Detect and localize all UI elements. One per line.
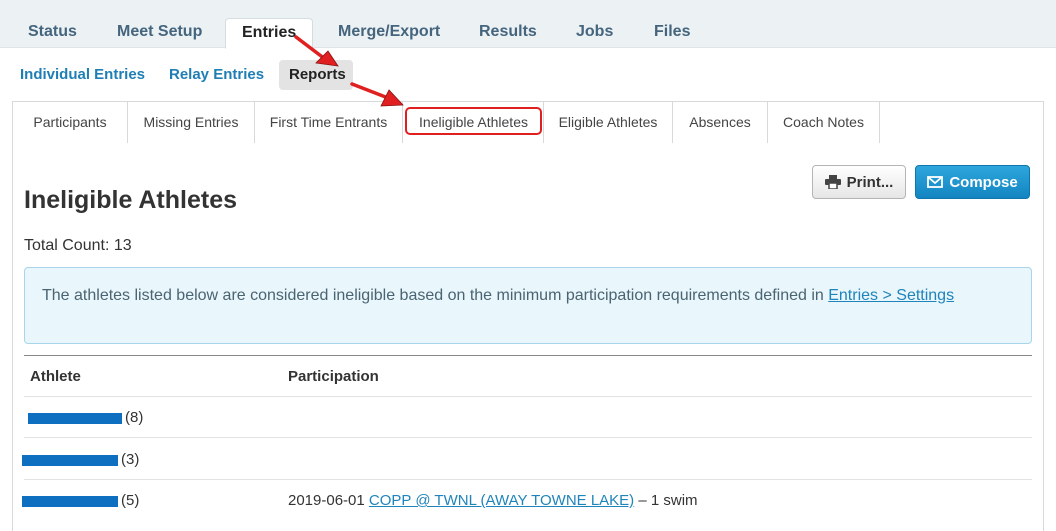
envelope-icon — [927, 176, 944, 188]
tab-merge-export[interactable]: Merge/Export — [322, 18, 456, 48]
table-row: (5) — [22, 492, 139, 509]
compose-button[interactable]: Compose — [915, 165, 1030, 199]
top-tab-bar: Status Meet Setup Entries Merge/Export R… — [0, 0, 1056, 49]
meet-link[interactable]: COPP @ TWNL (AWAY TOWNE LAKE) — [369, 492, 634, 509]
athlete-count: (5) — [121, 492, 140, 509]
print-button[interactable]: Print... — [812, 165, 906, 199]
entries-settings-link[interactable]: Entries > Settings — [828, 287, 954, 304]
redacted-athlete-name — [22, 495, 118, 507]
row-divider — [24, 396, 1032, 397]
tab-absences[interactable]: Absences — [673, 101, 768, 143]
table-row: (3) — [22, 451, 139, 468]
table-top-border — [24, 355, 1032, 356]
page-title: Ineligible Athletes — [24, 186, 238, 214]
print-button-label: Print... — [846, 173, 894, 191]
participation-swims: – 1 swim — [634, 492, 698, 509]
tab-meet-setup[interactable]: Meet Setup — [101, 18, 218, 48]
info-alert: The athletes listed below are considered… — [24, 267, 1032, 344]
subnav-individual-entries[interactable]: Individual Entries — [10, 60, 155, 90]
row-divider — [24, 479, 1032, 480]
tab-ineligible-athletes[interactable]: Ineligible Athletes — [405, 107, 542, 135]
tab-participants[interactable]: Participants — [12, 101, 128, 143]
tab-files[interactable]: Files — [638, 18, 706, 48]
tab-results[interactable]: Results — [463, 18, 553, 48]
tab-missing-entries[interactable]: Missing Entries — [128, 101, 255, 143]
subnav-reports[interactable]: Reports — [279, 60, 353, 90]
tab-jobs[interactable]: Jobs — [560, 18, 629, 48]
athlete-column-header: Athlete — [30, 368, 81, 385]
participation-column-header: Participation — [288, 368, 379, 385]
participation-date: 2019-06-01 — [288, 492, 369, 509]
row-divider — [24, 437, 1032, 438]
redacted-athlete-name — [28, 412, 122, 424]
athlete-count: (8) — [125, 409, 144, 426]
table-row: (8) — [28, 409, 143, 426]
total-count: Total Count: 13 — [24, 237, 132, 254]
compose-button-label: Compose — [949, 173, 1018, 191]
info-text: The athletes listed below are considered… — [42, 287, 829, 304]
athlete-count: (3) — [121, 451, 140, 468]
subnav-relay-entries[interactable]: Relay Entries — [159, 60, 274, 90]
printer-icon — [824, 175, 841, 189]
redacted-athlete-name — [22, 454, 118, 466]
tab-coach-notes[interactable]: Coach Notes — [768, 101, 880, 143]
tab-entries[interactable]: Entries — [225, 18, 313, 49]
tab-first-time-entrants[interactable]: First Time Entrants — [255, 101, 403, 143]
tab-status[interactable]: Status — [12, 18, 93, 48]
participation-cell: 2019-06-01 COPP @ TWNL (AWAY TOWNE LAKE)… — [288, 492, 698, 509]
tab-eligible-athletes[interactable]: Eligible Athletes — [544, 101, 673, 143]
